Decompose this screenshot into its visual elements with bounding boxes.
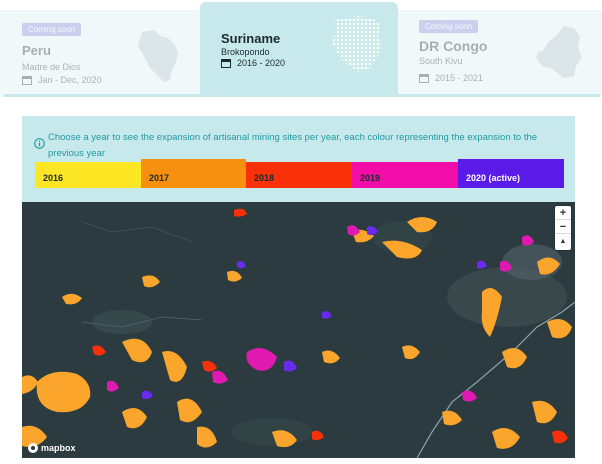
tab-dates: 2015 - 2021	[419, 73, 483, 83]
tab-dates: Jan - Dec, 2020	[22, 75, 102, 85]
info-icon	[34, 138, 45, 149]
tab-dates-text: Jan - Dec, 2020	[38, 75, 102, 85]
peru-map-icon	[138, 30, 178, 82]
calendar-icon	[22, 76, 32, 85]
tab-title: Peru	[22, 43, 51, 58]
mapbox-logo[interactable]: mapbox	[28, 443, 76, 453]
calendar-icon	[221, 59, 231, 68]
year-button-2017[interactable]: 2017	[141, 159, 246, 188]
suriname-map-icon	[332, 16, 382, 72]
calendar-icon	[419, 74, 429, 83]
region-tabs: Coming soon Peru Madre de Dios Jan - Dec…	[0, 0, 602, 97]
zoom-controls: + − ▲	[555, 206, 571, 250]
year-label: 2017	[149, 173, 170, 183]
coming-soon-badge: Coming soon	[22, 23, 82, 36]
tab-dates: 2016 - 2020	[221, 58, 285, 68]
tab-peru[interactable]: Coming soon Peru Madre de Dios Jan - Dec…	[12, 10, 200, 94]
year-label: 2016	[43, 173, 64, 183]
year-button-2020[interactable]: 2020 (active)	[458, 159, 564, 188]
mapbox-attribution: mapbox	[41, 443, 76, 453]
legend-instructions: Choose a year to see the expansion of ar…	[48, 132, 538, 159]
dr-congo-map-icon	[536, 26, 582, 78]
mining-map[interactable]: + − ▲ mapbox	[22, 202, 575, 458]
tab-suriname[interactable]: Suriname Brokopondo 2016 - 2020	[200, 2, 398, 94]
year-button-2018[interactable]: 2018	[246, 162, 352, 188]
satellite-imagery	[22, 202, 575, 458]
tab-region: Madre de Dios	[22, 62, 81, 72]
tab-region: South Kivu	[419, 56, 463, 66]
tab-dr-congo[interactable]: Coming soon DR Congo South Kivu 2015 - 2…	[406, 10, 596, 94]
year-label: 2018	[254, 173, 275, 183]
year-selector: 2016 2017 2018 2019 2020 (active)	[35, 159, 564, 188]
tab-dates-text: 2015 - 2021	[435, 73, 484, 83]
tab-region: Brokopondo	[221, 47, 270, 57]
tab-dates-text: 2016 - 2020	[237, 58, 286, 68]
mapbox-icon	[28, 443, 38, 453]
tab-title: DR Congo	[419, 38, 488, 54]
year-button-2016[interactable]: 2016	[35, 162, 141, 188]
compass-button[interactable]: ▲	[555, 234, 571, 248]
year-label: 2019	[360, 173, 381, 183]
coming-soon-badge: Coming soon	[419, 20, 479, 33]
tabs-underline	[4, 94, 600, 97]
zoom-in-button[interactable]: +	[555, 206, 571, 220]
year-legend-panel: Choose a year to see the expansion of ar…	[22, 116, 575, 202]
tab-title: Suriname	[221, 31, 281, 46]
year-label: 2020 (active)	[466, 173, 521, 183]
zoom-out-button[interactable]: −	[555, 220, 571, 234]
year-button-2019[interactable]: 2019	[352, 162, 458, 188]
